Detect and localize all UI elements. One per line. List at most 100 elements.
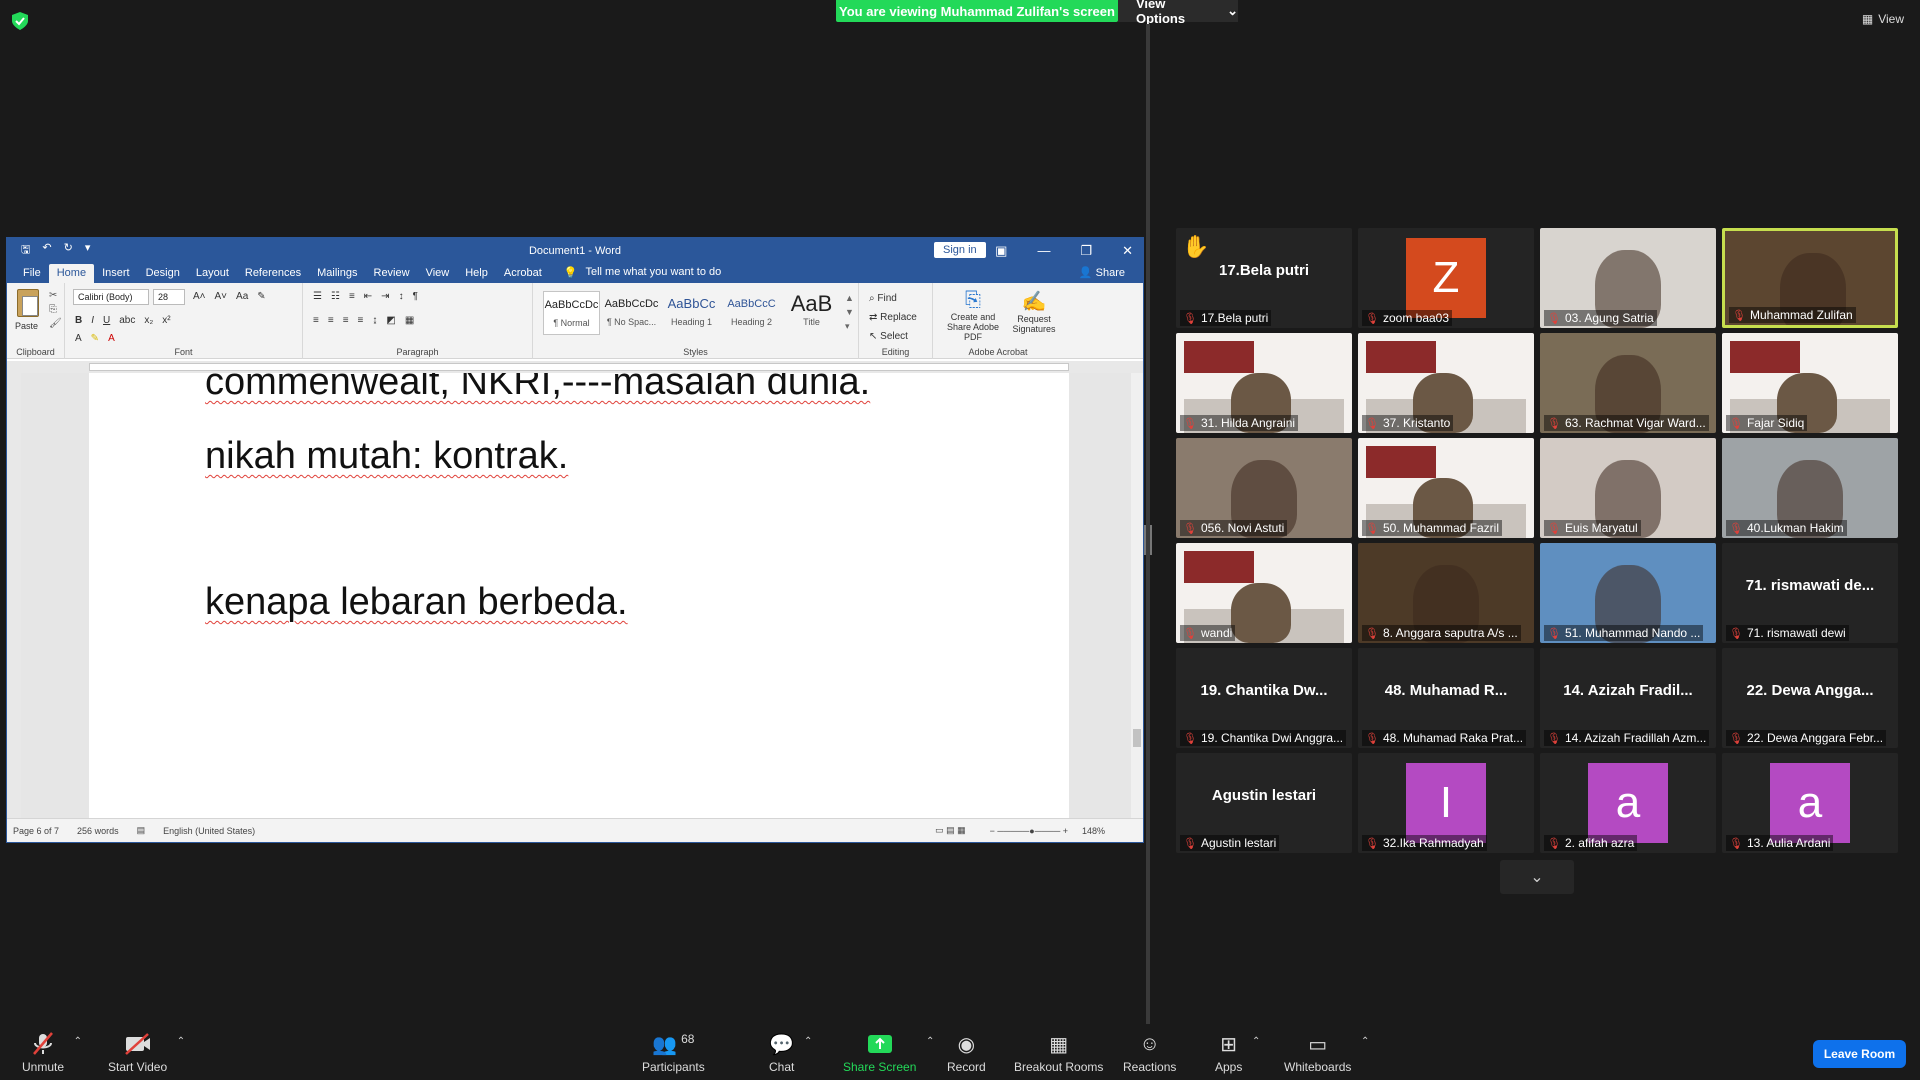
split-divider[interactable] [1146,24,1150,1024]
participant-tile[interactable]: 🎙 Muhammad Zulifan [1722,228,1898,328]
styles-scroll-icon[interactable]: ▲ ▼ ▾ [845,291,854,333]
sign-in-button[interactable]: Sign in [934,242,986,258]
participant-tile[interactable]: Z 🎙 zoom baa03 [1358,228,1534,328]
participant-tile[interactable]: Agustin lestari 🎙 Agustin lestari [1176,753,1352,853]
tab-file[interactable]: File [15,264,49,283]
zoom-slider[interactable]: − ─────●──── + [990,826,1068,836]
leave-room-button[interactable]: Leave Room [1813,1040,1906,1068]
tab-home[interactable]: Home [48,264,95,283]
video-options-caret-icon[interactable]: ⌃ [177,1036,185,1047]
style-heading-1[interactable]: AaBbCc Heading 1 [663,291,720,335]
paste-icon[interactable] [17,289,39,317]
participant-tile[interactable]: 22. Dewa Angga... 🎙 22. Dewa Anggara Febr.… [1722,648,1898,748]
document-page[interactable]: commenwealt, NKRI,----masalah dunia. nik… [89,373,1069,818]
whiteboards-button[interactable]: ▭ Whiteboards ⌃ [1284,1032,1369,1075]
view-mode-icons[interactable]: ▭ ▤ ▦ [935,825,966,836]
tab-view[interactable]: View [418,264,458,283]
next-page-button[interactable]: ⌄ [1500,860,1574,894]
vertical-ruler[interactable] [7,373,21,818]
select-button[interactable]: ↖ Select [869,327,917,346]
tab-references[interactable]: References [237,264,309,283]
participant-tile[interactable]: 19. Chantika Dw... 🎙 19. Chantika Dwi Angg… [1176,648,1352,748]
undo-icon[interactable]: ↶ [42,241,51,260]
participant-tile[interactable]: 71. rismawati de... 🎙 71. rismawati dewi [1722,543,1898,643]
zoom-level[interactable]: 148% [1082,826,1105,836]
close-icon[interactable]: ✕ [1122,243,1133,259]
participant-tile[interactable]: 🎙 8. Anggara saputra A/s ... [1358,543,1534,643]
participant-tile[interactable]: 🎙 Fajar Sidiq [1722,333,1898,433]
language-status[interactable]: English (United States) [163,826,255,836]
security-shield-icon[interactable] [12,12,28,30]
font-format-buttons[interactable]: B I Uabc x₂ x² [75,315,171,326]
participant-tile[interactable]: 🎙 40.Lukman Hakim [1722,438,1898,538]
split-drag-handle[interactable] [1144,525,1152,555]
tab-design[interactable]: Design [138,264,188,283]
chat-options-caret-icon[interactable]: ⌃ [804,1036,812,1047]
horizontal-ruler[interactable] [7,361,1143,373]
doc-line-3[interactable]: kenapa lebaran berbeda. [205,581,628,624]
font-size-select[interactable]: 28 [153,289,185,305]
participant-tile[interactable]: 🎙 wandi [1176,543,1352,643]
view-button[interactable]: ▦ View [1862,12,1904,26]
style-no-spacing[interactable]: AaBbCcDc ¶ No Spac... [603,291,660,335]
find-button[interactable]: ⌕ Find [869,289,917,308]
participant-tile[interactable]: I 🎙 32.Ika Rahmadyah [1358,753,1534,853]
save-icon[interactable]: 🖫 [21,241,30,260]
font-color-buttons[interactable]: A ✎ A [75,333,115,344]
apps-button[interactable]: ⊞ Apps ⌃ [1215,1032,1260,1075]
participant-tile[interactable]: 14. Azizah Fradil... 🎙 14. Azizah Fradilla… [1540,648,1716,748]
style-title[interactable]: AaB Title [783,291,840,335]
apps-options-caret-icon[interactable]: ⌃ [1252,1036,1260,1047]
request-signatures-button[interactable]: ✍ Request Signatures [1009,289,1059,334]
participant-tile[interactable]: 🎙 31. Hilda Angraini [1176,333,1352,433]
style-heading-2[interactable]: AaBbCcC Heading 2 [723,291,780,335]
participant-tile[interactable]: 🎙 Euis Maryatul [1540,438,1716,538]
start-video-button[interactable]: Start Video ⌃ [108,1032,185,1074]
share-screen-button[interactable]: Share Screen ⌃ [843,1032,934,1074]
participant-tile[interactable]: 48. Muhamad R... 🎙 48. Muhamad Raka Prat..… [1358,648,1534,748]
breakout-rooms-button[interactable]: ▦ Breakout Rooms [1014,1032,1103,1075]
audio-options-caret-icon[interactable]: ⌃ [74,1036,82,1047]
vertical-scrollbar[interactable] [1131,373,1143,818]
tab-help[interactable]: Help [457,264,496,283]
document-canvas[interactable]: commenwealt, NKRI,----masalah dunia. nik… [21,373,1131,818]
list-buttons[interactable]: ☰ ☷ ≡ ⇤ ⇥ ↕ ¶ [313,291,418,302]
doc-line-2[interactable]: nikah mutah: kontrak. [205,435,568,478]
font-size-buttons[interactable]: A˄ A˅ Aa ✎ [193,291,266,302]
record-button[interactable]: ◉ Record [947,1032,986,1075]
tab-mailings[interactable]: Mailings [309,264,365,283]
tab-layout[interactable]: Layout [188,264,237,283]
ribbon-display-icon[interactable]: ▣ [995,243,1007,259]
participant-tile[interactable]: a 🎙 2. afifah azra [1540,753,1716,853]
paste-label[interactable]: Paste [15,321,38,331]
share-options-caret-icon[interactable]: ⌃ [926,1036,934,1047]
view-options-button[interactable]: View Options ⌄ [1118,0,1238,26]
reactions-button[interactable]: ☺ Reactions [1123,1032,1176,1075]
whiteboard-options-caret-icon[interactable]: ⌃ [1361,1036,1369,1047]
participant-tile[interactable]: 17.Bela putri ✋ 🎙 17.Bela putri [1176,228,1352,328]
font-name-select[interactable]: Calibri (Body) [73,289,149,305]
alignment-buttons[interactable]: ≡ ≡ ≡ ≡ ↨ ◩ ▦ [313,315,414,326]
replace-button[interactable]: ⇄ Replace [869,308,917,327]
restore-icon[interactable]: ❐ [1080,243,1092,259]
proofing-icon[interactable]: ▤ [137,825,146,836]
tab-acrobat[interactable]: Acrobat [496,264,550,283]
participant-tile[interactable]: 🎙 63. Rachmat Vigar Ward... [1540,333,1716,433]
style-normal[interactable]: AaBbCcDc ¶ Normal [543,291,600,335]
customize-quick-access-icon[interactable]: ▾ [85,241,91,260]
share-button[interactable]: 👤 Share [1079,266,1125,279]
participant-tile[interactable]: a 🎙 13. Aulia Ardani [1722,753,1898,853]
participant-tile[interactable]: 🎙 37. Kristanto [1358,333,1534,433]
page-count[interactable]: Page 6 of 7 [13,826,59,836]
tab-insert[interactable]: Insert [94,264,138,283]
cut-copy-format-icons[interactable]: ✂ ⎘ 🖌 [49,289,62,331]
minimize-icon[interactable]: — [1037,243,1050,258]
tell-me-search[interactable]: 💡 Tell me what you want to do [564,263,721,283]
word-count[interactable]: 256 words [77,826,119,836]
chat-button[interactable]: 💬 Chat ⌃ [769,1032,812,1075]
participant-tile[interactable]: 🎙 51. Muhammad Nando ... [1540,543,1716,643]
participants-button[interactable]: 👥 68 Participants [642,1032,705,1074]
tab-review[interactable]: Review [366,264,418,283]
participant-tile[interactable]: 🎙 03. Agung Satria [1540,228,1716,328]
redo-icon[interactable]: ↻ [64,241,73,260]
